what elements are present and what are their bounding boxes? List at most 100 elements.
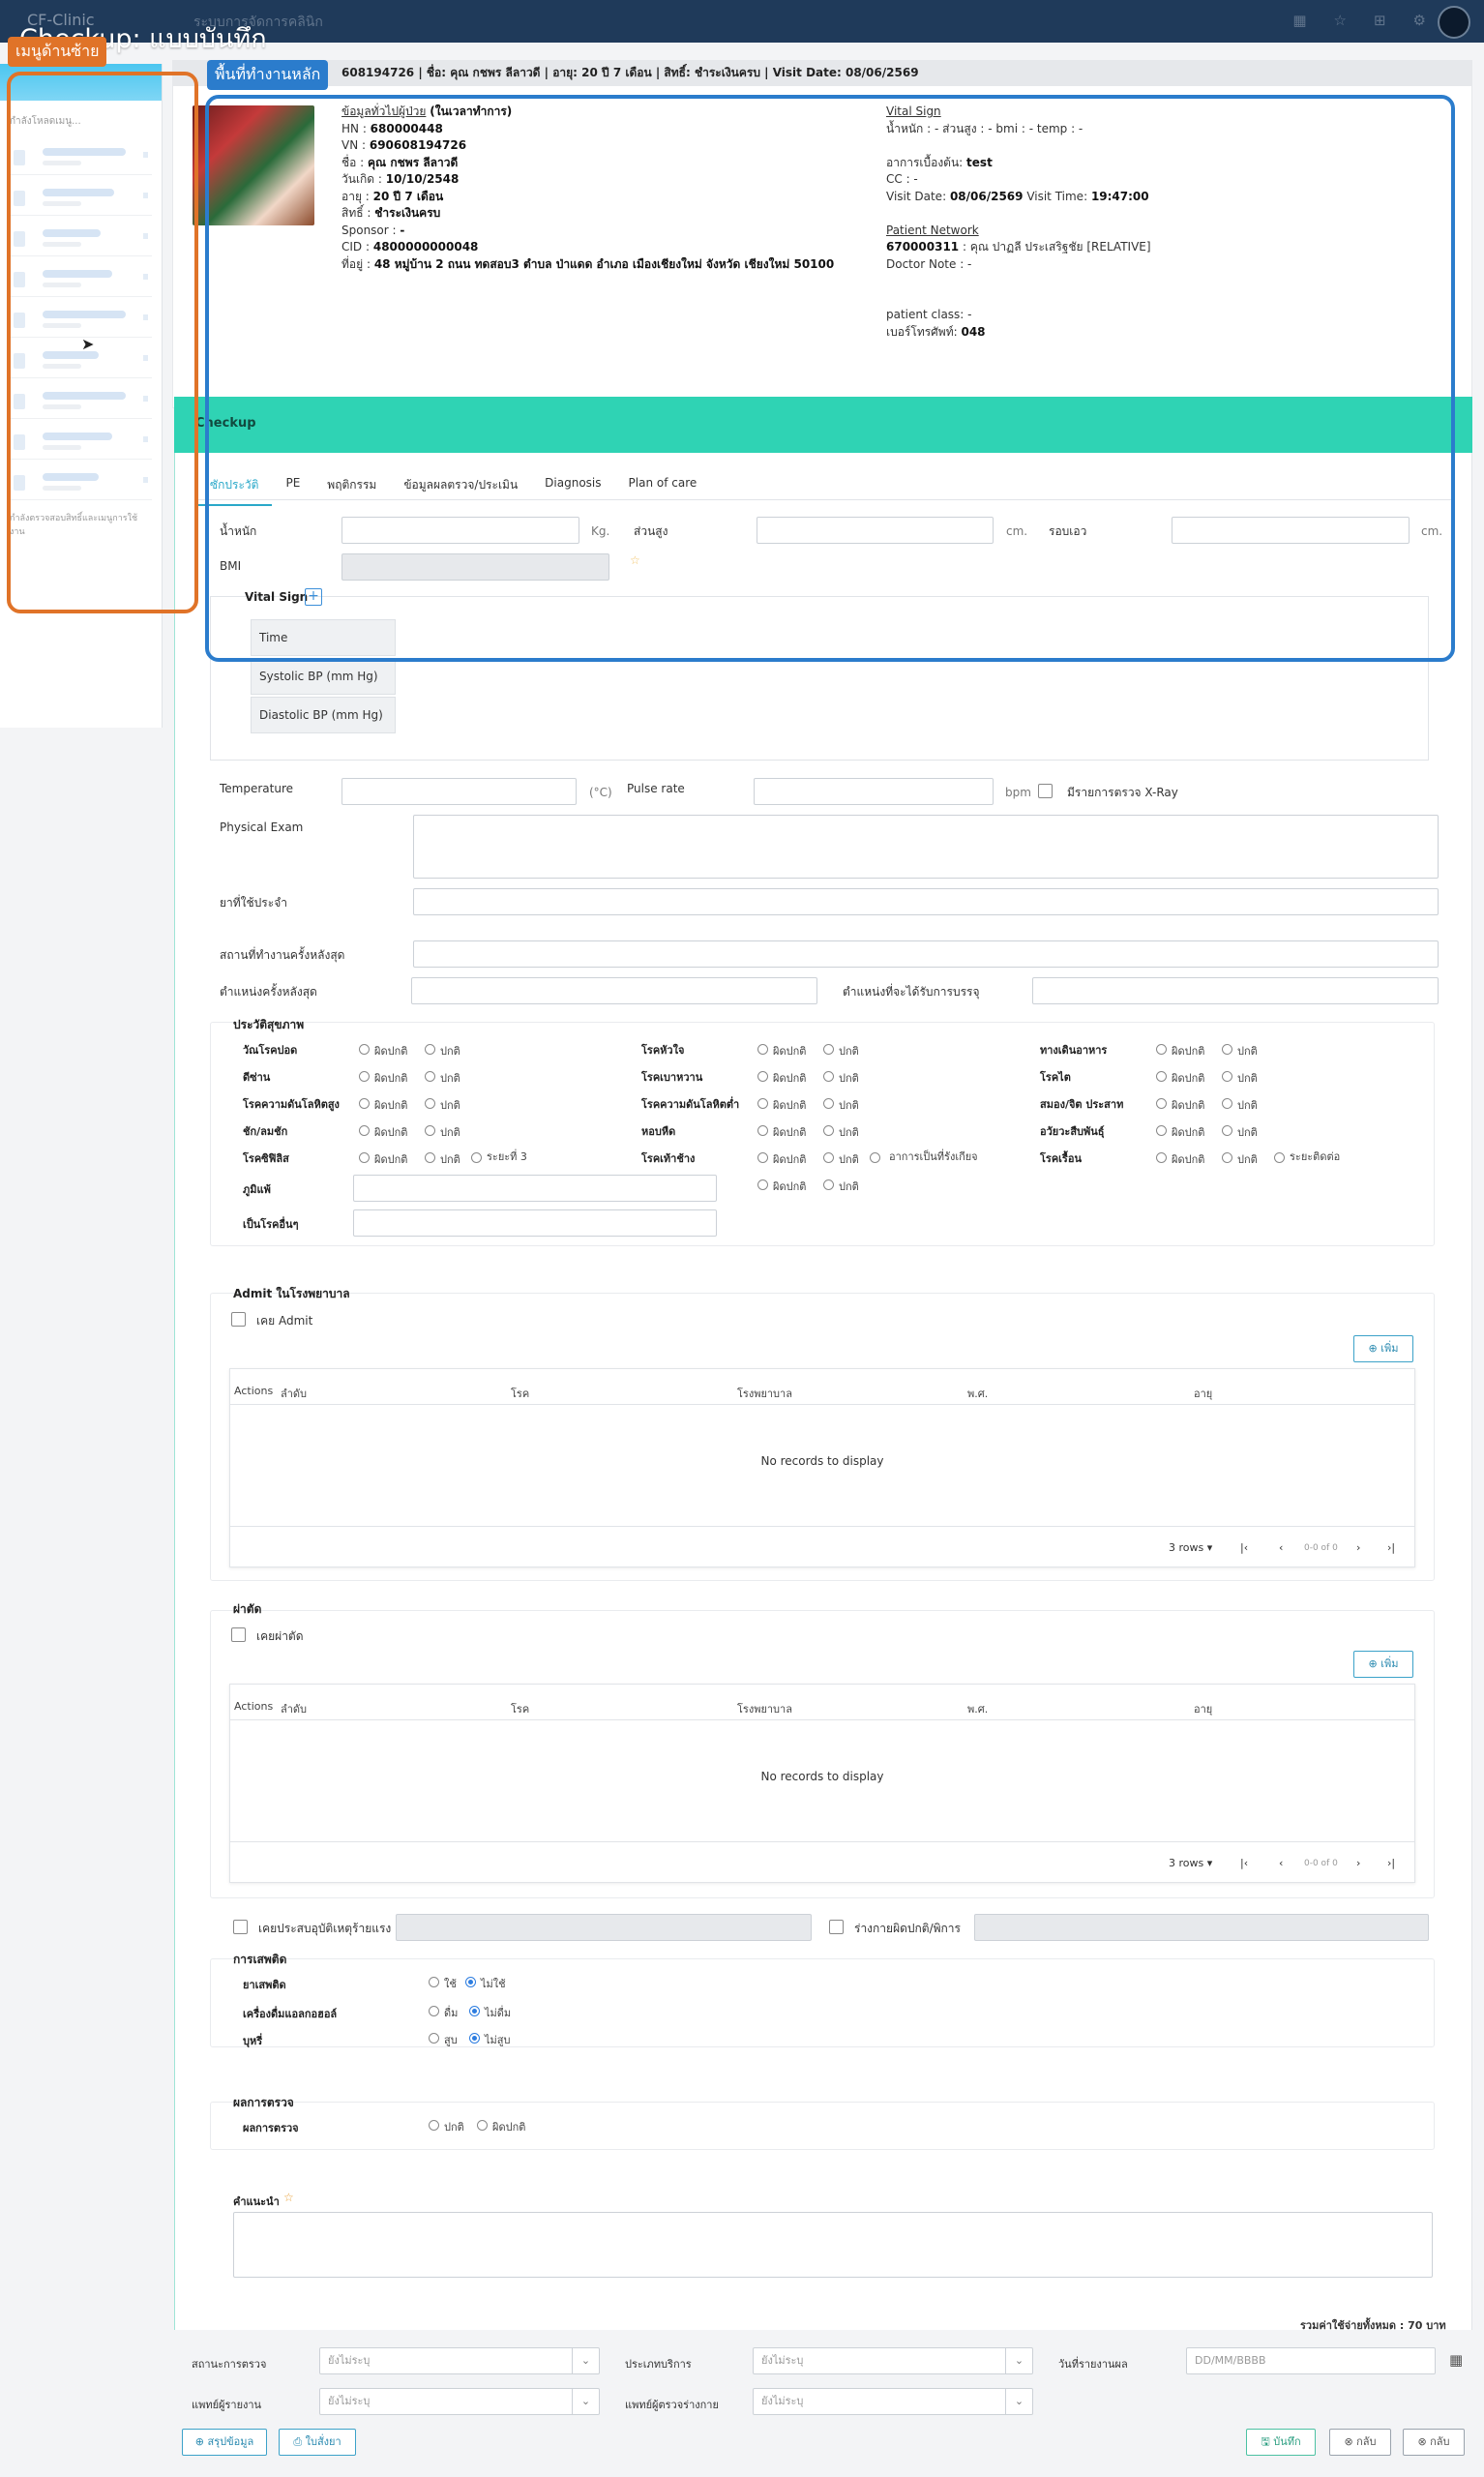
sidebar-skeleton-item[interactable] <box>10 256 152 297</box>
rows-per-page-select[interactable]: 3 rows ▾ <box>1169 1857 1212 1869</box>
admit-checkbox[interactable] <box>231 1312 246 1327</box>
drug-yes-radio[interactable] <box>429 1977 439 1987</box>
prev-page-icon[interactable]: ‹ <box>1279 1857 1283 1869</box>
abnormal-radio[interactable] <box>1156 1071 1167 1082</box>
sidebar-skeleton-item[interactable] <box>10 175 152 216</box>
tab-plan-of-care[interactable]: Plan of care <box>615 472 711 506</box>
abnormal-radio[interactable] <box>757 1071 768 1082</box>
tab-history[interactable]: ซักประวัติ <box>196 472 273 506</box>
sidebar-skeleton-item[interactable] <box>10 297 152 338</box>
rows-per-page-select[interactable]: 3 rows ▾ <box>1169 1541 1212 1554</box>
physical-exam-textarea[interactable] <box>413 815 1439 879</box>
abnormal-radio[interactable] <box>757 1125 768 1136</box>
normal-radio[interactable] <box>1222 1125 1232 1136</box>
abnormal-radio[interactable] <box>757 1179 768 1190</box>
last-page-icon[interactable]: ›| <box>1387 1541 1395 1554</box>
alcohol-yes-radio[interactable] <box>429 2006 439 2016</box>
deformity-checkbox[interactable] <box>829 1920 844 1934</box>
prev-page-icon[interactable]: ‹ <box>1279 1541 1283 1554</box>
back-button-secondary[interactable]: ⊗ กลับ <box>1403 2429 1465 2456</box>
grid-icon[interactable]: ⊞ <box>1374 12 1386 29</box>
abnormal-radio[interactable] <box>359 1071 370 1082</box>
extra-radio[interactable] <box>471 1152 482 1163</box>
next-page-icon[interactable]: › <box>1356 1857 1360 1869</box>
tab-results[interactable]: ข้อมูลผลตรวจ/ประเมิน <box>390 472 531 506</box>
normal-radio[interactable] <box>823 1044 834 1055</box>
result-abnormal-radio[interactable] <box>477 2120 488 2131</box>
allergy-input[interactable] <box>353 1175 717 1202</box>
tab-diagnosis[interactable]: Diagnosis <box>531 472 614 506</box>
abnormal-radio[interactable] <box>359 1152 370 1163</box>
accident-checkbox[interactable] <box>233 1920 248 1934</box>
sidebar-skeleton-item[interactable] <box>10 460 152 500</box>
normal-radio[interactable] <box>425 1125 435 1136</box>
star-icon[interactable]: ☆ <box>1334 12 1347 29</box>
report-date-input[interactable]: DD/MM/BBBB <box>1186 2347 1436 2374</box>
prescription-button[interactable]: ⎙ ใบสั่งยา <box>279 2429 356 2456</box>
pulse-input[interactable] <box>754 778 994 805</box>
sidebar-skeleton-item[interactable] <box>10 134 152 175</box>
other-disease-input[interactable] <box>353 1209 717 1237</box>
tab-behavior[interactable]: พฤติกรรม <box>313 472 390 506</box>
abnormal-radio[interactable] <box>359 1044 370 1055</box>
abnormal-radio[interactable] <box>1156 1152 1167 1163</box>
normal-radio[interactable] <box>1222 1071 1232 1082</box>
tab-pe[interactable]: PE <box>272 472 313 506</box>
weight-input[interactable] <box>341 517 579 544</box>
normal-radio[interactable] <box>823 1125 834 1136</box>
calendar-icon[interactable]: ▦ <box>1449 2351 1463 2369</box>
normal-radio[interactable] <box>823 1152 834 1163</box>
extra-radio[interactable] <box>870 1152 880 1163</box>
extra-radio[interactable] <box>1274 1152 1285 1163</box>
medication-input[interactable] <box>413 888 1439 915</box>
sidebar-skeleton-item[interactable] <box>10 216 152 256</box>
applied-position-input[interactable] <box>1032 977 1439 1004</box>
alcohol-no-radio[interactable] <box>469 2006 480 2016</box>
normal-radio[interactable] <box>1222 1152 1232 1163</box>
doctor-select[interactable]: ยังไม่ระบุ ⌄ <box>319 2388 600 2415</box>
xray-checkbox[interactable] <box>1038 784 1053 798</box>
last-page-icon[interactable]: ›| <box>1387 1857 1395 1869</box>
back-button[interactable]: ⊗ กลับ <box>1329 2429 1391 2456</box>
apps-icon[interactable]: ▦ <box>1292 12 1306 29</box>
service-select[interactable]: ยังไม่ระบุ ⌄ <box>753 2347 1033 2374</box>
surgery-checkbox[interactable] <box>231 1627 246 1642</box>
abnormal-radio[interactable] <box>359 1098 370 1109</box>
smoke-no-radio[interactable] <box>469 2033 480 2044</box>
normal-radio[interactable] <box>1222 1044 1232 1055</box>
advice-textarea[interactable] <box>233 2212 1433 2278</box>
exam-doctor-select[interactable]: ยังไม่ระบุ ⌄ <box>753 2388 1033 2415</box>
summary-button[interactable]: ⊕ สรุปข้อมูล <box>182 2429 267 2456</box>
abnormal-radio[interactable] <box>1156 1044 1167 1055</box>
temperature-input[interactable] <box>341 778 577 805</box>
settings-icon[interactable]: ⚙ <box>1413 12 1426 29</box>
normal-radio[interactable] <box>823 1098 834 1109</box>
surgery-add-button[interactable]: ⊕ เพิ่ม <box>1353 1651 1413 1678</box>
workplace-input[interactable] <box>413 940 1439 968</box>
waist-input[interactable] <box>1172 517 1410 544</box>
next-page-icon[interactable]: › <box>1356 1541 1360 1554</box>
abnormal-radio[interactable] <box>757 1098 768 1109</box>
abnormal-radio[interactable] <box>757 1152 768 1163</box>
normal-radio[interactable] <box>1222 1098 1232 1109</box>
add-vital-icon[interactable]: + <box>305 588 322 606</box>
normal-radio[interactable] <box>425 1152 435 1163</box>
normal-radio[interactable] <box>425 1044 435 1055</box>
sidebar-skeleton-item[interactable] <box>10 419 152 460</box>
admit-add-button[interactable]: ⊕ เพิ่ม <box>1353 1335 1413 1362</box>
last-position-input[interactable] <box>411 977 817 1004</box>
abnormal-radio[interactable] <box>1156 1125 1167 1136</box>
normal-radio[interactable] <box>823 1179 834 1190</box>
status-select[interactable]: ยังไม่ระบุ ⌄ <box>319 2347 600 2374</box>
smoke-yes-radio[interactable] <box>429 2033 439 2044</box>
result-normal-radio[interactable] <box>429 2120 439 2131</box>
user-avatar[interactable] <box>1438 6 1470 39</box>
normal-radio[interactable] <box>823 1071 834 1082</box>
drug-no-radio[interactable] <box>465 1977 476 1987</box>
normal-radio[interactable] <box>425 1071 435 1082</box>
save-button[interactable]: 🖫 บันทึก <box>1246 2429 1316 2456</box>
first-page-icon[interactable]: |‹ <box>1240 1857 1248 1869</box>
abnormal-radio[interactable] <box>1156 1098 1167 1109</box>
height-input[interactable] <box>757 517 994 544</box>
first-page-icon[interactable]: |‹ <box>1240 1541 1248 1554</box>
